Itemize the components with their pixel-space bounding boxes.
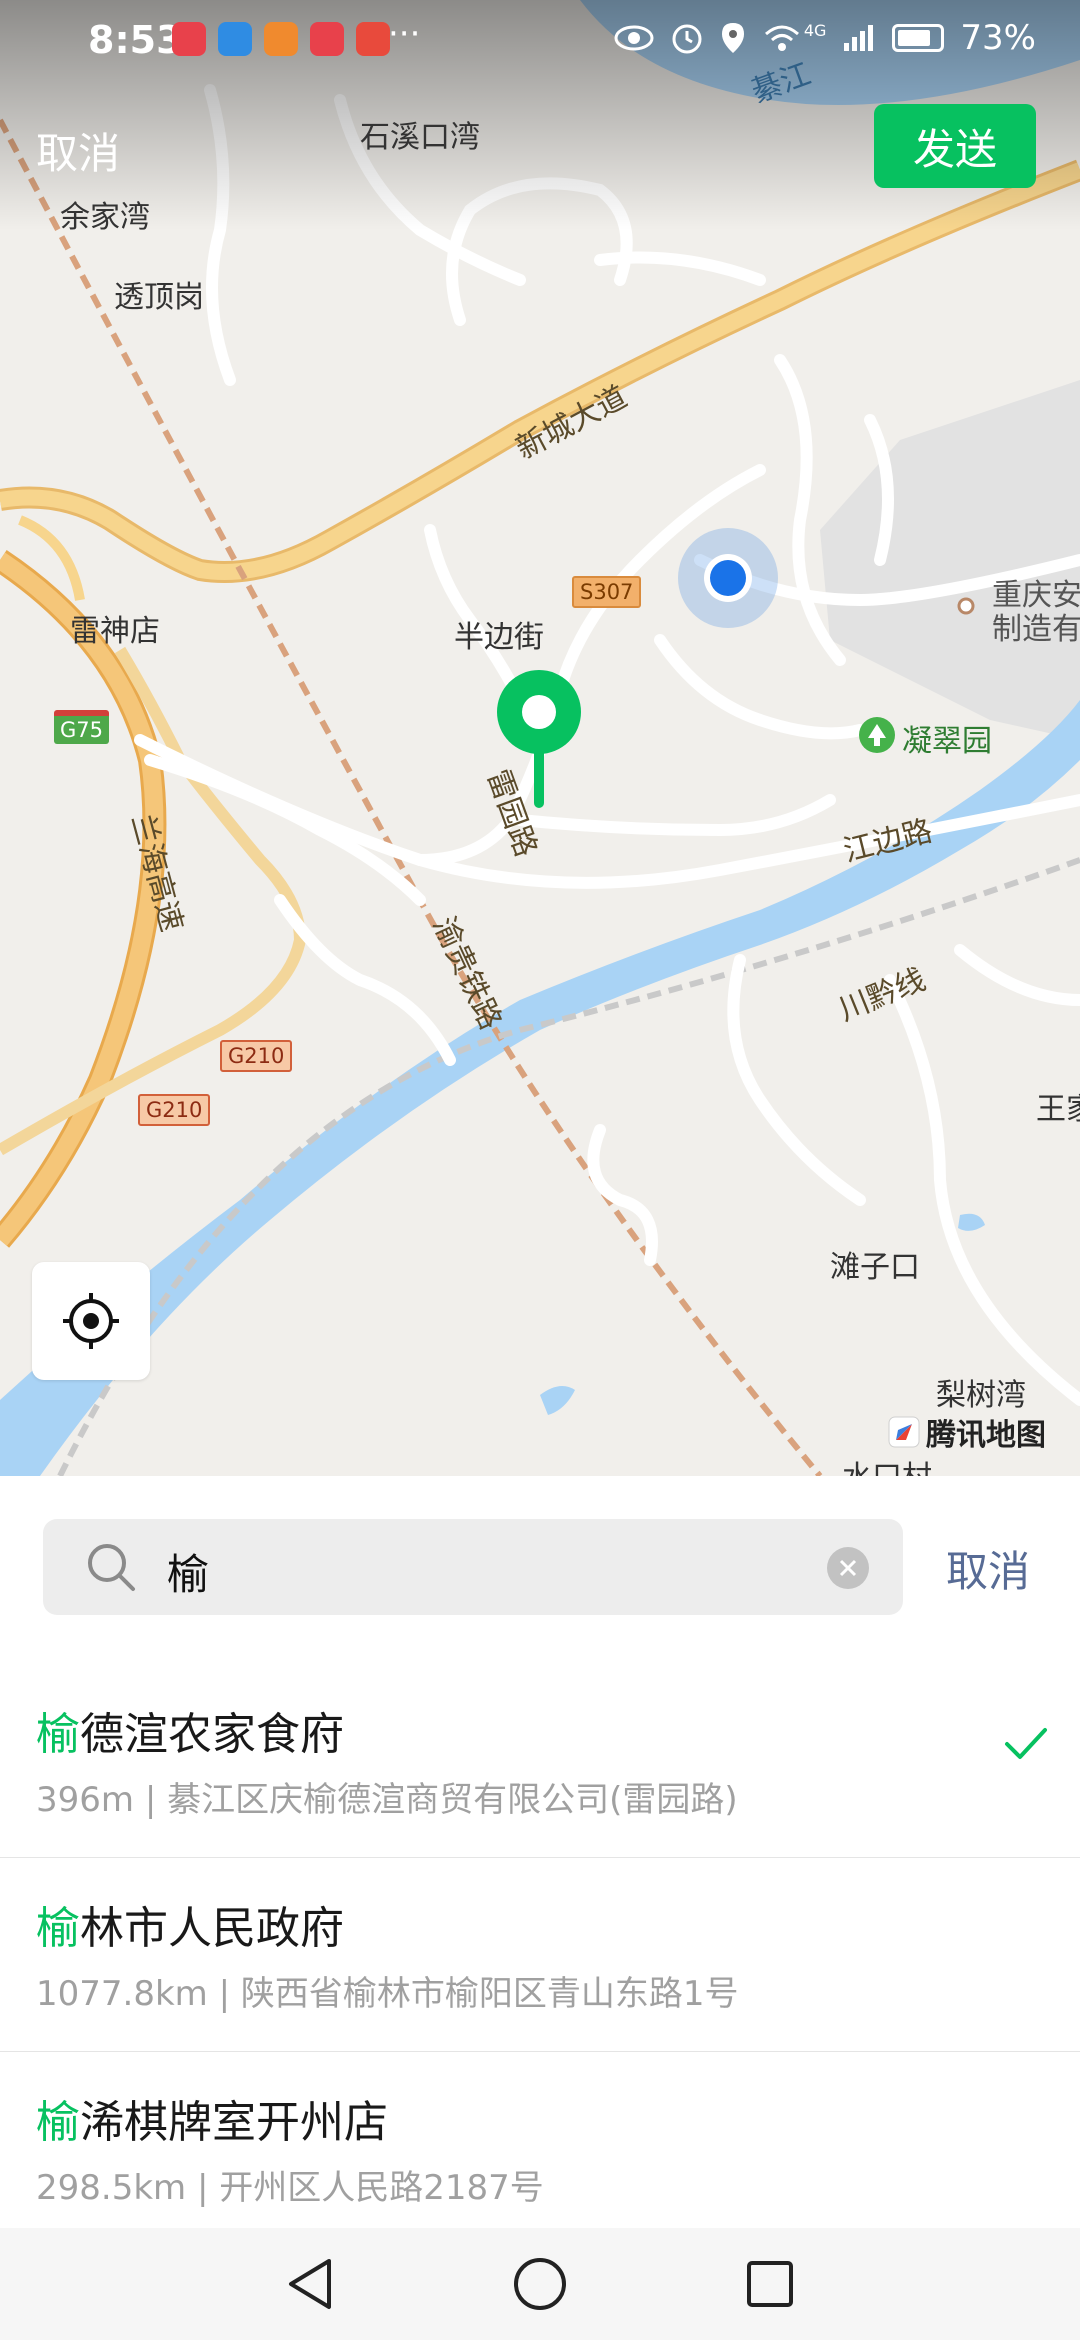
checkmark-icon xyxy=(1005,1728,1047,1759)
eye-icon xyxy=(614,25,654,51)
status-time: 8:53 xyxy=(88,18,183,62)
result-subtitle: 396m | 綦江区庆榆德渲商贸有限公司(雷园路) xyxy=(36,1780,738,1820)
wifi-icon xyxy=(764,25,799,51)
route-shield: G210 xyxy=(220,1040,293,1072)
result-title: 榆林市人民政府 xyxy=(36,1892,344,1956)
park-icon xyxy=(859,717,895,753)
locate-me-button[interactable] xyxy=(32,1262,150,1380)
search-icon xyxy=(88,1544,135,1591)
tencent-map-logo-icon xyxy=(888,1416,920,1448)
recents-square-icon xyxy=(747,2261,793,2307)
home-button[interactable] xyxy=(510,2254,570,2314)
result-title-rest: 林市人民政府 xyxy=(80,1903,344,1954)
map-label: 水口村 xyxy=(842,1452,932,1476)
result-title-highlight: 榆 xyxy=(36,1709,80,1760)
crosshair-icon xyxy=(63,1293,119,1349)
result-title: 榆浠棋牌室开州店 xyxy=(36,2086,388,2150)
result-subtitle: 298.5km | 开州区人民路2187号 xyxy=(36,2168,544,2208)
list-item[interactable]: 榆林市人民政府 1077.8km | 陕西省榆林市榆阳区青山东路1号 xyxy=(0,1858,1080,2052)
result-title-highlight: 榆 xyxy=(36,2097,80,2148)
map-watermark: 腾讯地图 xyxy=(888,1410,1046,1454)
map-label: 石溪口湾 xyxy=(360,120,480,155)
home-circle-icon xyxy=(514,2258,566,2310)
route-shield: S307 xyxy=(572,576,642,608)
current-location-icon xyxy=(678,528,778,628)
search-results-list: 榆德渲农家食府 396m | 綦江区庆榆德渲商贸有限公司(雷园路) 榆林市人民政… xyxy=(0,1664,1080,2246)
recents-button[interactable] xyxy=(740,2254,800,2314)
map-label: 透顶岗 xyxy=(114,280,204,315)
battery-percent: 73% xyxy=(960,18,1036,58)
map-label: 凝翠园 xyxy=(902,724,992,759)
huawei-app-icon xyxy=(310,22,344,56)
result-title: 榆德渲农家食府 xyxy=(36,1698,344,1762)
location-status-icon xyxy=(721,23,744,53)
map-label: 王家 xyxy=(1036,1092,1080,1127)
location-pin-icon[interactable] xyxy=(494,668,584,812)
more-notifications: ··· xyxy=(388,14,421,54)
list-item[interactable]: 榆浠棋牌室开州店 298.5km | 开州区人民路2187号 xyxy=(0,2052,1080,2246)
status-right: 4G 73% xyxy=(614,18,1036,58)
watermark-text: 腾讯地图 xyxy=(926,1418,1046,1453)
map-label: 半边街 xyxy=(454,620,544,655)
route-shield: G75 xyxy=(54,710,109,744)
map-label: 余家湾 xyxy=(60,200,150,235)
battery-icon xyxy=(892,24,945,52)
search-panel: 榆 取消 榆德渲农家食府 396m | 綦江区庆榆德渲商贸有限公司(雷园路) 榆… xyxy=(0,1476,1080,2228)
map-label: 梨树湾 xyxy=(936,1378,1026,1413)
search-cancel-button[interactable]: 取消 xyxy=(946,1538,1030,1599)
back-triangle-icon xyxy=(289,2259,331,2309)
result-title-highlight: 榆 xyxy=(36,1903,80,1954)
network-type: 4G xyxy=(803,20,827,40)
status-bar: 8:53 ··· 4G 73% xyxy=(0,0,1080,86)
map-label: 制造有 xyxy=(992,612,1080,647)
poi-dot-icon xyxy=(957,597,975,615)
mascot-app-icon xyxy=(356,22,390,56)
send-button[interactable]: 发送 xyxy=(874,104,1036,188)
browser-app-icon xyxy=(218,22,252,56)
result-title-rest: 德渲农家食府 xyxy=(80,1709,344,1760)
video-app-icon xyxy=(264,22,298,56)
alarm-icon xyxy=(672,24,702,54)
map-label: 滩子口 xyxy=(830,1250,920,1285)
search-input[interactable]: 榆 xyxy=(167,1541,209,1602)
notification-icons xyxy=(172,22,390,56)
huawei-app-icon xyxy=(172,22,206,56)
clear-search-button[interactable] xyxy=(827,1547,869,1589)
map-view[interactable]: 石溪口湾 余家湾 透顶岗 雷神店 半边街 重庆安 制造有 凝翠园 滩子口 梨树湾… xyxy=(0,0,1080,1476)
result-subtitle: 1077.8km | 陕西省榆林市榆阳区青山东路1号 xyxy=(36,1974,739,2014)
signal-icon xyxy=(844,25,874,51)
cancel-button[interactable]: 取消 xyxy=(36,120,120,181)
map-label: 雷神店 xyxy=(70,614,160,649)
search-bar[interactable]: 榆 xyxy=(43,1519,903,1615)
list-item[interactable]: 榆德渲农家食府 396m | 綦江区庆榆德渲商贸有限公司(雷园路) xyxy=(0,1664,1080,1858)
result-title-rest: 浠棋牌室开州店 xyxy=(80,2097,388,2148)
back-button[interactable] xyxy=(280,2254,340,2314)
system-nav-bar xyxy=(0,2228,1080,2340)
route-shield: G210 xyxy=(138,1094,211,1126)
close-icon xyxy=(839,1559,857,1577)
